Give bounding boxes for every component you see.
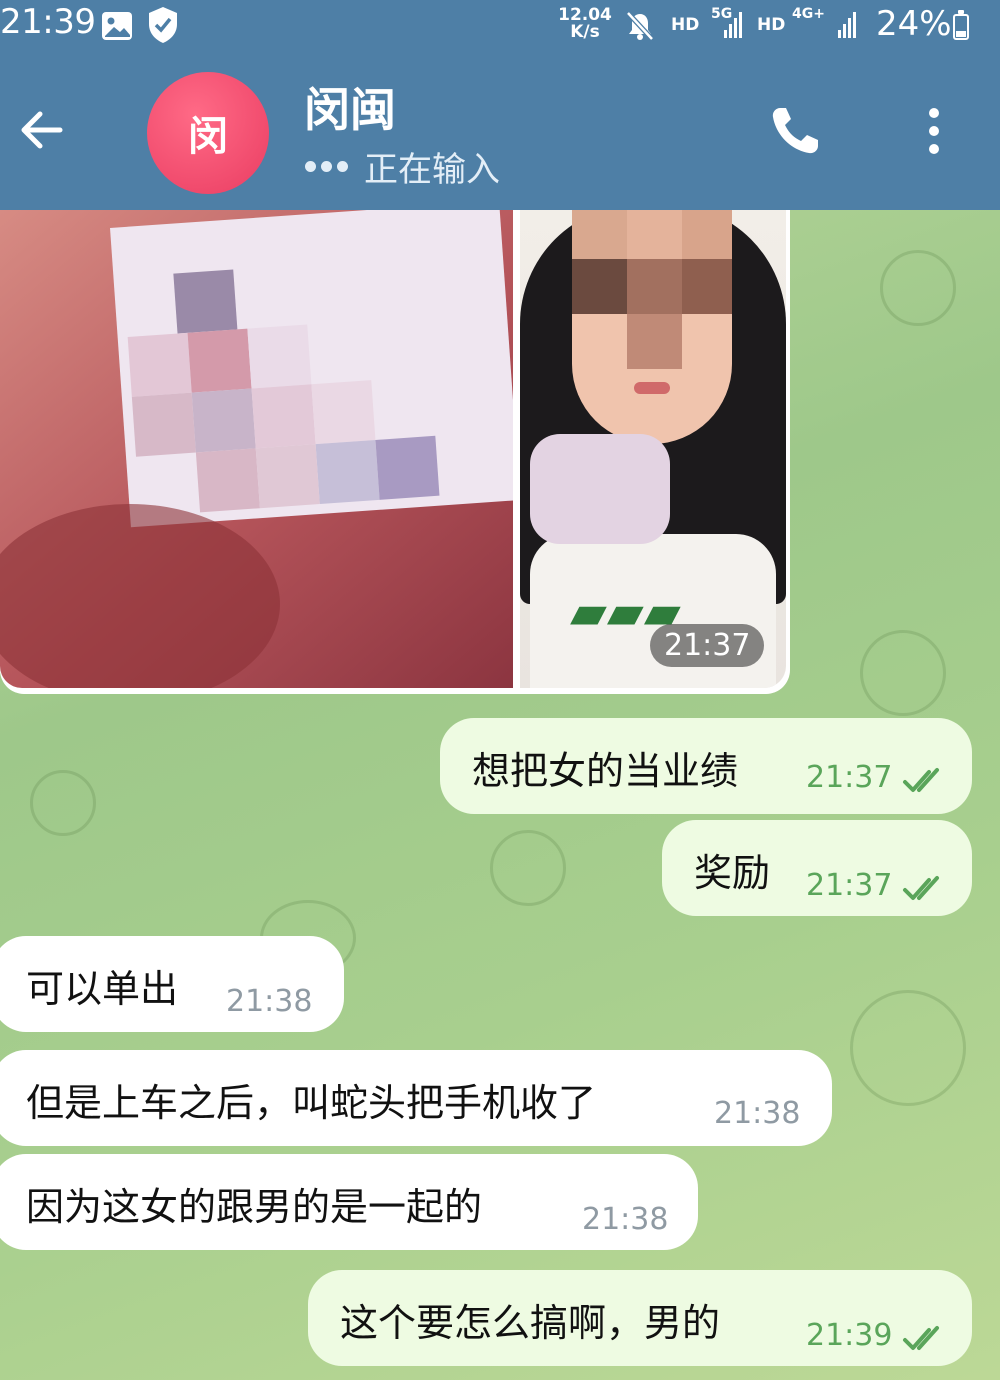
message-bubble-incoming[interactable]: 但是上车之后，叫蛇头把手机收了 21:38 — [0, 1050, 832, 1146]
net-speed-unit: K/s — [570, 22, 600, 42]
contact-name[interactable]: 闵闽 — [304, 74, 396, 140]
typing-status: 正在输入 — [305, 142, 500, 191]
typing-dots-icon — [305, 161, 348, 172]
message-text: 因为这女的跟男的是一起的 — [26, 1185, 483, 1229]
back-arrow-icon[interactable] — [14, 102, 70, 158]
message-text: 这个要怎么搞啊，男的 — [340, 1301, 721, 1345]
photo-album-message[interactable]: ▰▰▰ 21:37 — [0, 210, 790, 694]
wallpaper-doodle — [30, 770, 96, 836]
message-bubble-outgoing[interactable]: 这个要怎么搞啊，男的 21:39 — [308, 1270, 972, 1366]
shield-check-icon — [149, 7, 177, 43]
battery-icon — [953, 10, 969, 40]
net-type-4g: 4G+ — [792, 6, 825, 22]
message-bubble-incoming[interactable]: 因为这女的跟男的是一起的 21:38 — [0, 1154, 698, 1250]
message-bubble-outgoing[interactable]: 奖励 21:37 — [662, 820, 972, 916]
message-bubble-outgoing[interactable]: 想把女的当业绩 21:37 — [440, 718, 972, 814]
card-blurred — [530, 434, 670, 544]
id-card-blurred — [110, 210, 513, 528]
signal-icon-2 — [838, 12, 856, 38]
message-text: 奖励 — [694, 851, 771, 895]
photo-selfie[interactable]: ▰▰▰ — [520, 210, 786, 688]
wallpaper-doodle — [880, 250, 956, 326]
read-double-check-icon — [903, 768, 939, 792]
photo-id-card[interactable] — [0, 210, 513, 688]
status-time: 21:39 — [0, 2, 96, 42]
status-bar: 21:39 12.04 K/s HD 5G HD 4G+ 24% — [0, 0, 1000, 52]
message-time: 21:39 — [806, 1318, 893, 1353]
hd-label-2: HD — [757, 15, 786, 35]
wallpaper-doodle — [850, 990, 966, 1106]
typing-status-text: 正在输入 — [364, 150, 500, 190]
more-vert-icon[interactable] — [918, 102, 950, 160]
message-time: 21:38 — [226, 984, 313, 1019]
chat-header: 闵 闵闽 正在输入 — [0, 52, 1000, 210]
gallery-icon — [102, 12, 132, 40]
message-time: 21:38 — [582, 1202, 669, 1237]
album-timestamp: 21:37 — [650, 624, 765, 667]
face-blurred — [572, 210, 732, 444]
chat-area[interactable]: ▰▰▰ 21:37 想把女的当业绩 21:37 奖励 21:37 可以单出 21… — [0, 210, 1000, 1380]
message-time: 21:38 — [714, 1096, 801, 1131]
wallpaper-doodle — [860, 630, 946, 716]
message-time: 21:37 — [806, 760, 893, 795]
read-double-check-icon — [903, 1326, 939, 1350]
message-bubble-incoming[interactable]: 可以单出 21:38 — [0, 936, 344, 1032]
mute-icon — [626, 11, 654, 41]
avatar[interactable]: 闵 — [147, 72, 269, 194]
read-double-check-icon — [903, 876, 939, 900]
message-text: 想把女的当业绩 — [472, 749, 739, 793]
net-speed: 12.04 K/s — [558, 7, 612, 41]
message-text: 但是上车之后，叫蛇头把手机收了 — [26, 1081, 597, 1125]
message-text: 可以单出 — [26, 967, 179, 1011]
phone-icon[interactable] — [766, 102, 824, 160]
hand-shape — [0, 504, 280, 688]
battery-percent: 24% — [876, 4, 952, 44]
signal-icon — [724, 12, 742, 38]
wallpaper-doodle — [490, 830, 566, 906]
message-time: 21:37 — [806, 868, 893, 903]
hd-label-1: HD — [671, 15, 700, 35]
